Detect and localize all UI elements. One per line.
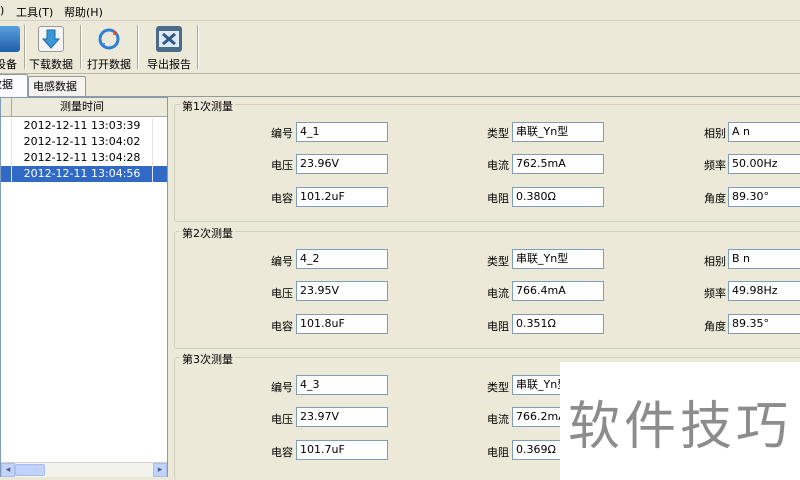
group-title: 第1次测量 bbox=[180, 98, 235, 114]
open-data-button[interactable]: 打开数据 bbox=[84, 23, 134, 71]
menu-item-partial[interactable]: ) bbox=[0, 4, 4, 17]
type-field[interactable]: 串联_Yn型 bbox=[512, 122, 604, 142]
current-field[interactable]: 766.4mA bbox=[512, 281, 604, 301]
open-data-icon bbox=[96, 26, 122, 52]
resistance-field[interactable]: 0.351Ω bbox=[512, 314, 604, 334]
phase-field[interactable]: A n bbox=[728, 122, 800, 142]
column-header-measure-time[interactable]: 测量时间 bbox=[12, 98, 152, 116]
download-icon bbox=[38, 26, 64, 52]
list-item[interactable]: 2012-12-11 13:04:02 bbox=[1, 134, 167, 150]
tab-data[interactable]: 数据 bbox=[0, 74, 28, 97]
group-title: 第2次测量 bbox=[180, 225, 235, 241]
phase-field[interactable]: B n bbox=[728, 249, 800, 269]
export-report-icon bbox=[156, 26, 182, 52]
watermark-text: 软件技巧 bbox=[568, 397, 793, 457]
number-field[interactable]: 4_2 bbox=[296, 249, 388, 269]
watermark-overlay: 软件技巧 bbox=[560, 362, 800, 480]
capacitance-field[interactable]: 101.7uF bbox=[296, 440, 388, 460]
capacitance-field[interactable]: 101.8uF bbox=[296, 314, 388, 334]
measurement-group-2: 第2次测量 编号 4_2 类型 串联_Yn型 相别 B n 电压 23.95V … bbox=[174, 225, 800, 349]
menu-item-tools[interactable]: 工具(T) bbox=[16, 4, 53, 20]
toolbar-separator bbox=[197, 25, 199, 69]
download-data-button[interactable]: 下载数据 bbox=[26, 23, 76, 71]
current-field[interactable]: 762.5mA bbox=[512, 154, 604, 174]
device-icon bbox=[0, 26, 20, 52]
toolbar-separator bbox=[137, 25, 139, 69]
menu-bar: ) 工具(T) 帮助(H) bbox=[0, 0, 800, 21]
voltage-field[interactable]: 23.96V bbox=[296, 154, 388, 174]
export-report-button[interactable]: 导出报告 bbox=[141, 23, 197, 71]
list-item[interactable]: 2012-12-11 13:03:39 bbox=[1, 118, 167, 134]
toolbar: 设备 下载数据 打开数据 导出报告 bbox=[0, 21, 800, 74]
number-field[interactable]: 4_3 bbox=[296, 375, 388, 395]
frequency-field[interactable]: 49.98Hz bbox=[728, 281, 800, 301]
tab-inductance-data[interactable]: 电感数据 bbox=[28, 76, 86, 96]
number-field[interactable]: 4_1 bbox=[296, 122, 388, 142]
list-item[interactable]: 2012-12-11 13:04:28 bbox=[1, 150, 167, 166]
measurement-time-list: 测量时间 2012-12-11 13:03:39 2012-12-11 13:0… bbox=[0, 97, 168, 477]
measurement-group-1: 第1次测量 编号 4_1 类型 串联_Yn型 相别 A n 电压 23.96V … bbox=[174, 98, 800, 222]
list-header-blank bbox=[1, 98, 12, 116]
horizontal-scrollbar[interactable]: ◂ ▸ bbox=[1, 462, 167, 477]
scroll-right-icon[interactable]: ▸ bbox=[153, 463, 167, 477]
angle-field[interactable]: 89.35° bbox=[728, 314, 800, 334]
toolbar-separator bbox=[80, 25, 82, 69]
frequency-field[interactable]: 50.00Hz bbox=[728, 154, 800, 174]
device-button[interactable]: 设备 bbox=[0, 23, 20, 71]
voltage-field[interactable]: 23.95V bbox=[296, 281, 388, 301]
voltage-field[interactable]: 23.97V bbox=[296, 407, 388, 427]
group-title: 第3次测量 bbox=[180, 351, 235, 367]
type-field[interactable]: 串联_Yn型 bbox=[512, 249, 604, 269]
angle-field[interactable]: 89.30° bbox=[728, 187, 800, 207]
tab-strip: 数据 电感数据 bbox=[0, 74, 800, 97]
scroll-thumb[interactable] bbox=[15, 464, 45, 476]
scroll-left-icon[interactable]: ◂ bbox=[1, 463, 15, 477]
list-item-selected[interactable]: 2012-12-11 13:04:56 bbox=[1, 166, 167, 182]
menu-item-help[interactable]: 帮助(H) bbox=[64, 4, 103, 20]
list-header: 测量时间 bbox=[1, 98, 167, 117]
capacitance-field[interactable]: 101.2uF bbox=[296, 187, 388, 207]
resistance-field[interactable]: 0.380Ω bbox=[512, 187, 604, 207]
